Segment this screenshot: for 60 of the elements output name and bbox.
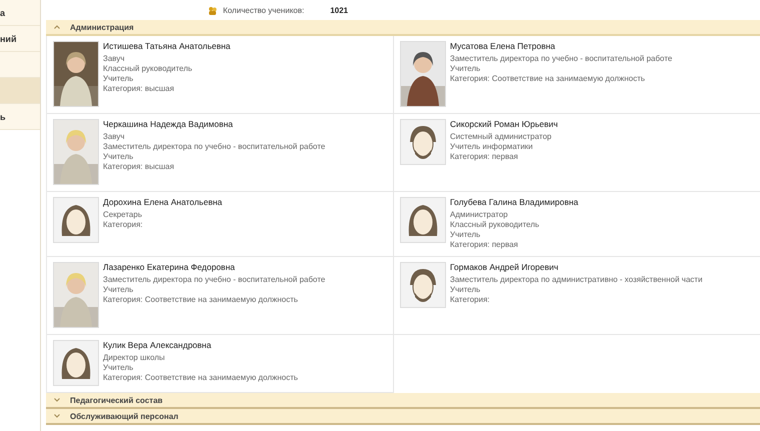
person-detail: Учитель информатики xyxy=(450,142,534,152)
person-detail: Учитель xyxy=(450,285,482,295)
person-name[interactable]: Сикорский Роман Юрьевич xyxy=(450,119,558,129)
sidebar-item[interactable]: ь xyxy=(0,104,40,130)
person-detail: Секретарь xyxy=(103,210,143,220)
chevron-up-icon xyxy=(54,25,60,29)
section-header[interactable]: Обслуживающий персонал xyxy=(46,409,760,425)
person-detail: Учитель xyxy=(450,230,482,240)
person-name[interactable]: Истишева Татьяна Анатольевна xyxy=(103,41,230,51)
person-detail: Категория: Соответствие на занимаемую должность xyxy=(450,74,646,84)
person-detail: Администратор xyxy=(450,210,509,220)
student-count-value: 1021 xyxy=(330,6,348,14)
person-name[interactable]: Гормаков Андрей Игоревич xyxy=(450,262,702,272)
person-detail: Категория: xyxy=(450,295,491,305)
person-detail: Учитель xyxy=(103,285,134,295)
people-icon xyxy=(208,6,217,14)
person-name[interactable]: Мусатова Елена Петровна xyxy=(450,41,672,51)
person-detail: Заместитель директора по административно - хозяйственной части xyxy=(450,275,702,285)
section-header[interactable]: Педагогический состав xyxy=(46,393,760,409)
section-header[interactable]: Администрация xyxy=(46,20,760,36)
person-detail: Категория: первая xyxy=(450,152,520,162)
person-detail: Классный руководитель xyxy=(450,220,540,230)
avatar-icon xyxy=(53,340,99,386)
chevron-down-icon xyxy=(54,414,60,418)
person-detail: Категория: первая xyxy=(450,240,520,250)
person-detail: Категория: Соответствие на занимаемую должность xyxy=(103,295,299,305)
person-detail: Заместитель директора по учебно - воспитательной работе xyxy=(103,275,326,285)
section-title: Педагогический состав xyxy=(70,396,163,404)
person-detail: Завуч xyxy=(103,54,126,64)
person-detail: Учитель xyxy=(450,64,482,74)
sidebar-item[interactable]: а xyxy=(0,0,40,26)
section-title: Обслуживающий персонал xyxy=(70,412,178,420)
sidebar-item[interactable]: ний xyxy=(0,26,40,52)
person-name[interactable]: Кулик Вера Александровна xyxy=(103,340,298,350)
student-count-label: Количество учеников: xyxy=(223,6,304,14)
person-detail: Классный руководитель xyxy=(103,64,194,74)
person-detail: Учитель xyxy=(103,152,134,162)
person-detail: Категория: высшая xyxy=(103,84,176,94)
person-detail: Заместитель директора по учебно - воспитательной работе xyxy=(450,54,672,64)
avatar-icon xyxy=(53,197,99,243)
person-detail: Завуч xyxy=(103,132,126,142)
person-detail: Категория: Соответствие на занимаемую должность xyxy=(103,373,298,383)
person-name[interactable]: Дорохина Елена Анатольевна xyxy=(103,197,222,207)
person-detail: Директор школы xyxy=(103,353,166,363)
person-name[interactable]: Голубева Галина Владимировна xyxy=(450,197,578,207)
person-detail: Категория: xyxy=(103,220,144,230)
sidebar-item[interactable] xyxy=(0,78,40,104)
avatar-icon xyxy=(400,197,446,243)
section-title: Администрация xyxy=(70,22,134,32)
person-detail: Системный администратор xyxy=(450,132,552,142)
person-name[interactable]: Лазаренко Екатерина Федоровна xyxy=(103,262,326,272)
sidebar-item[interactable] xyxy=(0,52,40,78)
person-detail: Категория: высшая xyxy=(103,162,176,172)
person-detail: Учитель xyxy=(103,74,134,84)
avatar-icon xyxy=(400,262,446,308)
person-name[interactable]: Черкашина Надежда Вадимовна xyxy=(103,119,326,129)
person-detail: Заместитель директора по учебно - воспитательной работе xyxy=(103,142,326,152)
avatar-icon xyxy=(400,119,446,165)
person-detail: Учитель xyxy=(103,363,134,373)
chevron-down-icon xyxy=(54,398,60,402)
